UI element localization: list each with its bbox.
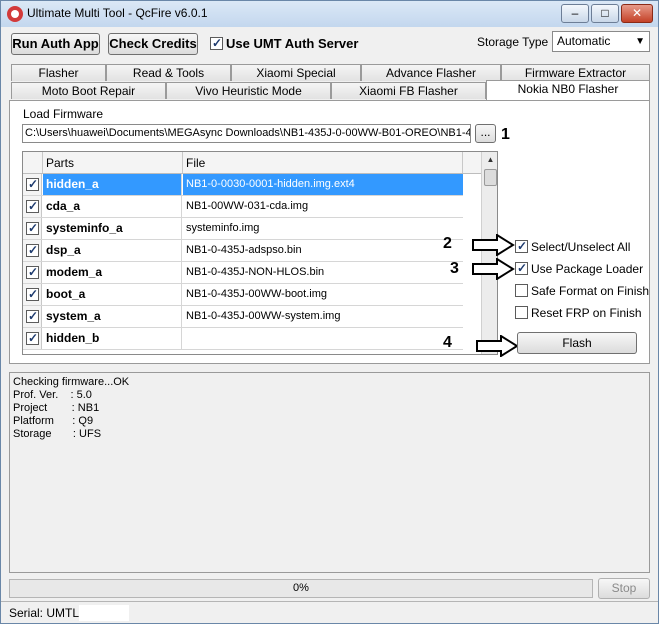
- run-auth-app-button[interactable]: Run Auth App: [11, 33, 100, 55]
- safe-format-label: Safe Format on Finish: [531, 284, 650, 298]
- part-name: hidden_b: [43, 328, 182, 349]
- scroll-up-icon[interactable]: ▲: [482, 152, 497, 168]
- row-checkbox[interactable]: [26, 177, 39, 191]
- log-line: Storage : UFS: [13, 428, 102, 440]
- arrow-right-icon: [476, 335, 519, 357]
- log-line: Platform : Q9: [13, 415, 94, 427]
- table-row[interactable]: cda_a NB1-00WW-031-cda.img: [23, 196, 463, 218]
- storage-type-value: Automatic: [557, 34, 611, 48]
- title-bar: Ultimate Multi Tool - QcFire v6.0.1 – □ …: [1, 1, 658, 27]
- tab-read-tools[interactable]: Read & Tools: [106, 64, 231, 81]
- part-file: [183, 328, 463, 349]
- maximize-button[interactable]: □: [591, 4, 619, 23]
- flash-button[interactable]: Flash: [517, 332, 637, 354]
- close-button[interactable]: ✕: [621, 4, 653, 23]
- row-checkbox[interactable]: [26, 243, 39, 257]
- storage-type-select[interactable]: Automatic ▼: [552, 31, 650, 52]
- table-row[interactable]: hidden_b: [23, 328, 463, 350]
- progress-bar: 0%: [9, 579, 593, 598]
- redacted-serial: [79, 605, 129, 621]
- reset-frp-checkbox[interactable]: [515, 306, 528, 319]
- serial-label: Serial: UMTL: [9, 606, 80, 620]
- package-loader-checkbox[interactable]: [515, 261, 528, 275]
- part-file: NB1-0-435J-adspso.bin: [186, 244, 302, 256]
- window-title: Ultimate Multi Tool - QcFire v6.0.1: [27, 6, 208, 20]
- grid-header: Parts File: [23, 152, 481, 174]
- load-firmware-label: Load Firmware: [23, 107, 104, 121]
- select-all-label: Select/Unselect All: [531, 240, 631, 254]
- row-checkbox[interactable]: [26, 221, 39, 235]
- part-name: dsp_a: [43, 240, 182, 261]
- arrow-right-icon: [472, 234, 515, 256]
- status-bar: Serial: UMTL: [1, 601, 658, 623]
- row-checkbox[interactable]: [26, 309, 39, 323]
- step-4-annotation: 4: [443, 334, 452, 351]
- part-file: NB1-0-435J-00WW-system.img: [186, 310, 341, 322]
- part-file: NB1-0-435J-00WW-boot.img: [186, 288, 328, 300]
- tab-vivo-heuristic-mode[interactable]: Vivo Heuristic Mode: [166, 82, 331, 99]
- step-3-annotation: 3: [450, 260, 459, 277]
- firmware-path-input[interactable]: C:\Users\huawei\Documents\MEGAsync Downl…: [22, 124, 471, 143]
- progress-text: 0%: [293, 582, 309, 594]
- select-all-checkbox[interactable]: [515, 239, 528, 253]
- stop-button[interactable]: Stop: [598, 578, 650, 599]
- minimize-button[interactable]: –: [561, 4, 589, 23]
- part-name: system_a: [43, 306, 182, 327]
- part-name: modem_a: [43, 262, 182, 283]
- row-checkbox[interactable]: [26, 287, 39, 301]
- file-column-header[interactable]: File: [186, 156, 205, 170]
- tab-advance-flasher[interactable]: Advance Flasher: [361, 64, 501, 81]
- part-name: cda_a: [43, 196, 182, 217]
- use-auth-server-label: Use UMT Auth Server: [226, 36, 359, 51]
- tab-xiaomi-fb-flasher[interactable]: Xiaomi FB Flasher: [331, 82, 486, 99]
- part-file: NB1-0-435J-NON-HLOS.bin: [186, 266, 325, 278]
- use-auth-server-checkbox[interactable]: [210, 36, 223, 50]
- tab-nokia-nb0-flasher[interactable]: Nokia NB0 Flasher: [486, 80, 650, 100]
- log-panel: Checking firmware...OK Prof. Ver. : 5.0 …: [9, 372, 650, 573]
- storage-type-label: Storage Type: [477, 35, 549, 49]
- table-row[interactable]: modem_a NB1-0-435J-NON-HLOS.bin: [23, 262, 463, 284]
- check-credits-button[interactable]: Check Credits: [108, 33, 198, 55]
- part-file: NB1-0-0030-0001-hidden.img.ext4: [183, 174, 463, 195]
- table-row[interactable]: boot_a NB1-0-435J-00WW-boot.img: [23, 284, 463, 306]
- log-line: Project : NB1: [13, 402, 100, 414]
- parts-grid[interactable]: Parts File hidden_a NB1-0-0030-0001-hidd…: [22, 151, 498, 355]
- part-name: boot_a: [43, 284, 182, 305]
- scroll-thumb[interactable]: [484, 169, 497, 186]
- step-1-annotation: 1: [501, 126, 510, 143]
- tab-xiaomi-special[interactable]: Xiaomi Special: [231, 64, 361, 81]
- row-checkbox[interactable]: [26, 331, 39, 345]
- table-row[interactable]: systeminfo_a systeminfo.img: [23, 218, 463, 240]
- arrow-right-icon: [472, 258, 515, 280]
- chevron-down-icon: ▼: [635, 36, 645, 47]
- app-window: Ultimate Multi Tool - QcFire v6.0.1 – □ …: [0, 0, 659, 624]
- app-logo-icon: [7, 6, 23, 22]
- step-2-annotation: 2: [443, 235, 452, 252]
- row-checkbox[interactable]: [26, 265, 39, 279]
- safe-format-checkbox[interactable]: [515, 284, 528, 297]
- log-line: Prof. Ver. : 5.0: [13, 389, 92, 401]
- table-row[interactable]: dsp_a NB1-0-435J-adspso.bin: [23, 240, 463, 262]
- tab-moto-boot-repair[interactable]: Moto Boot Repair: [11, 82, 166, 99]
- browse-button[interactable]: ...: [475, 124, 496, 143]
- part-file: NB1-00WW-031-cda.img: [186, 200, 309, 212]
- parts-column-header[interactable]: Parts: [46, 156, 74, 170]
- tab-firmware-extractor[interactable]: Firmware Extractor: [501, 64, 650, 81]
- log-line: Checking firmware...OK: [13, 376, 130, 388]
- tab-flasher[interactable]: Flasher: [11, 64, 106, 81]
- reset-frp-label: Reset FRP on Finish: [531, 306, 642, 320]
- part-name: systeminfo_a: [43, 218, 182, 239]
- table-row[interactable]: system_a NB1-0-435J-00WW-system.img: [23, 306, 463, 328]
- package-loader-label: Use Package Loader: [531, 262, 644, 276]
- table-row[interactable]: hidden_a NB1-0-0030-0001-hidden.img.ext4: [23, 174, 463, 196]
- part-name: hidden_a: [43, 174, 182, 195]
- row-checkbox[interactable]: [26, 199, 39, 213]
- part-file: systeminfo.img: [186, 222, 260, 234]
